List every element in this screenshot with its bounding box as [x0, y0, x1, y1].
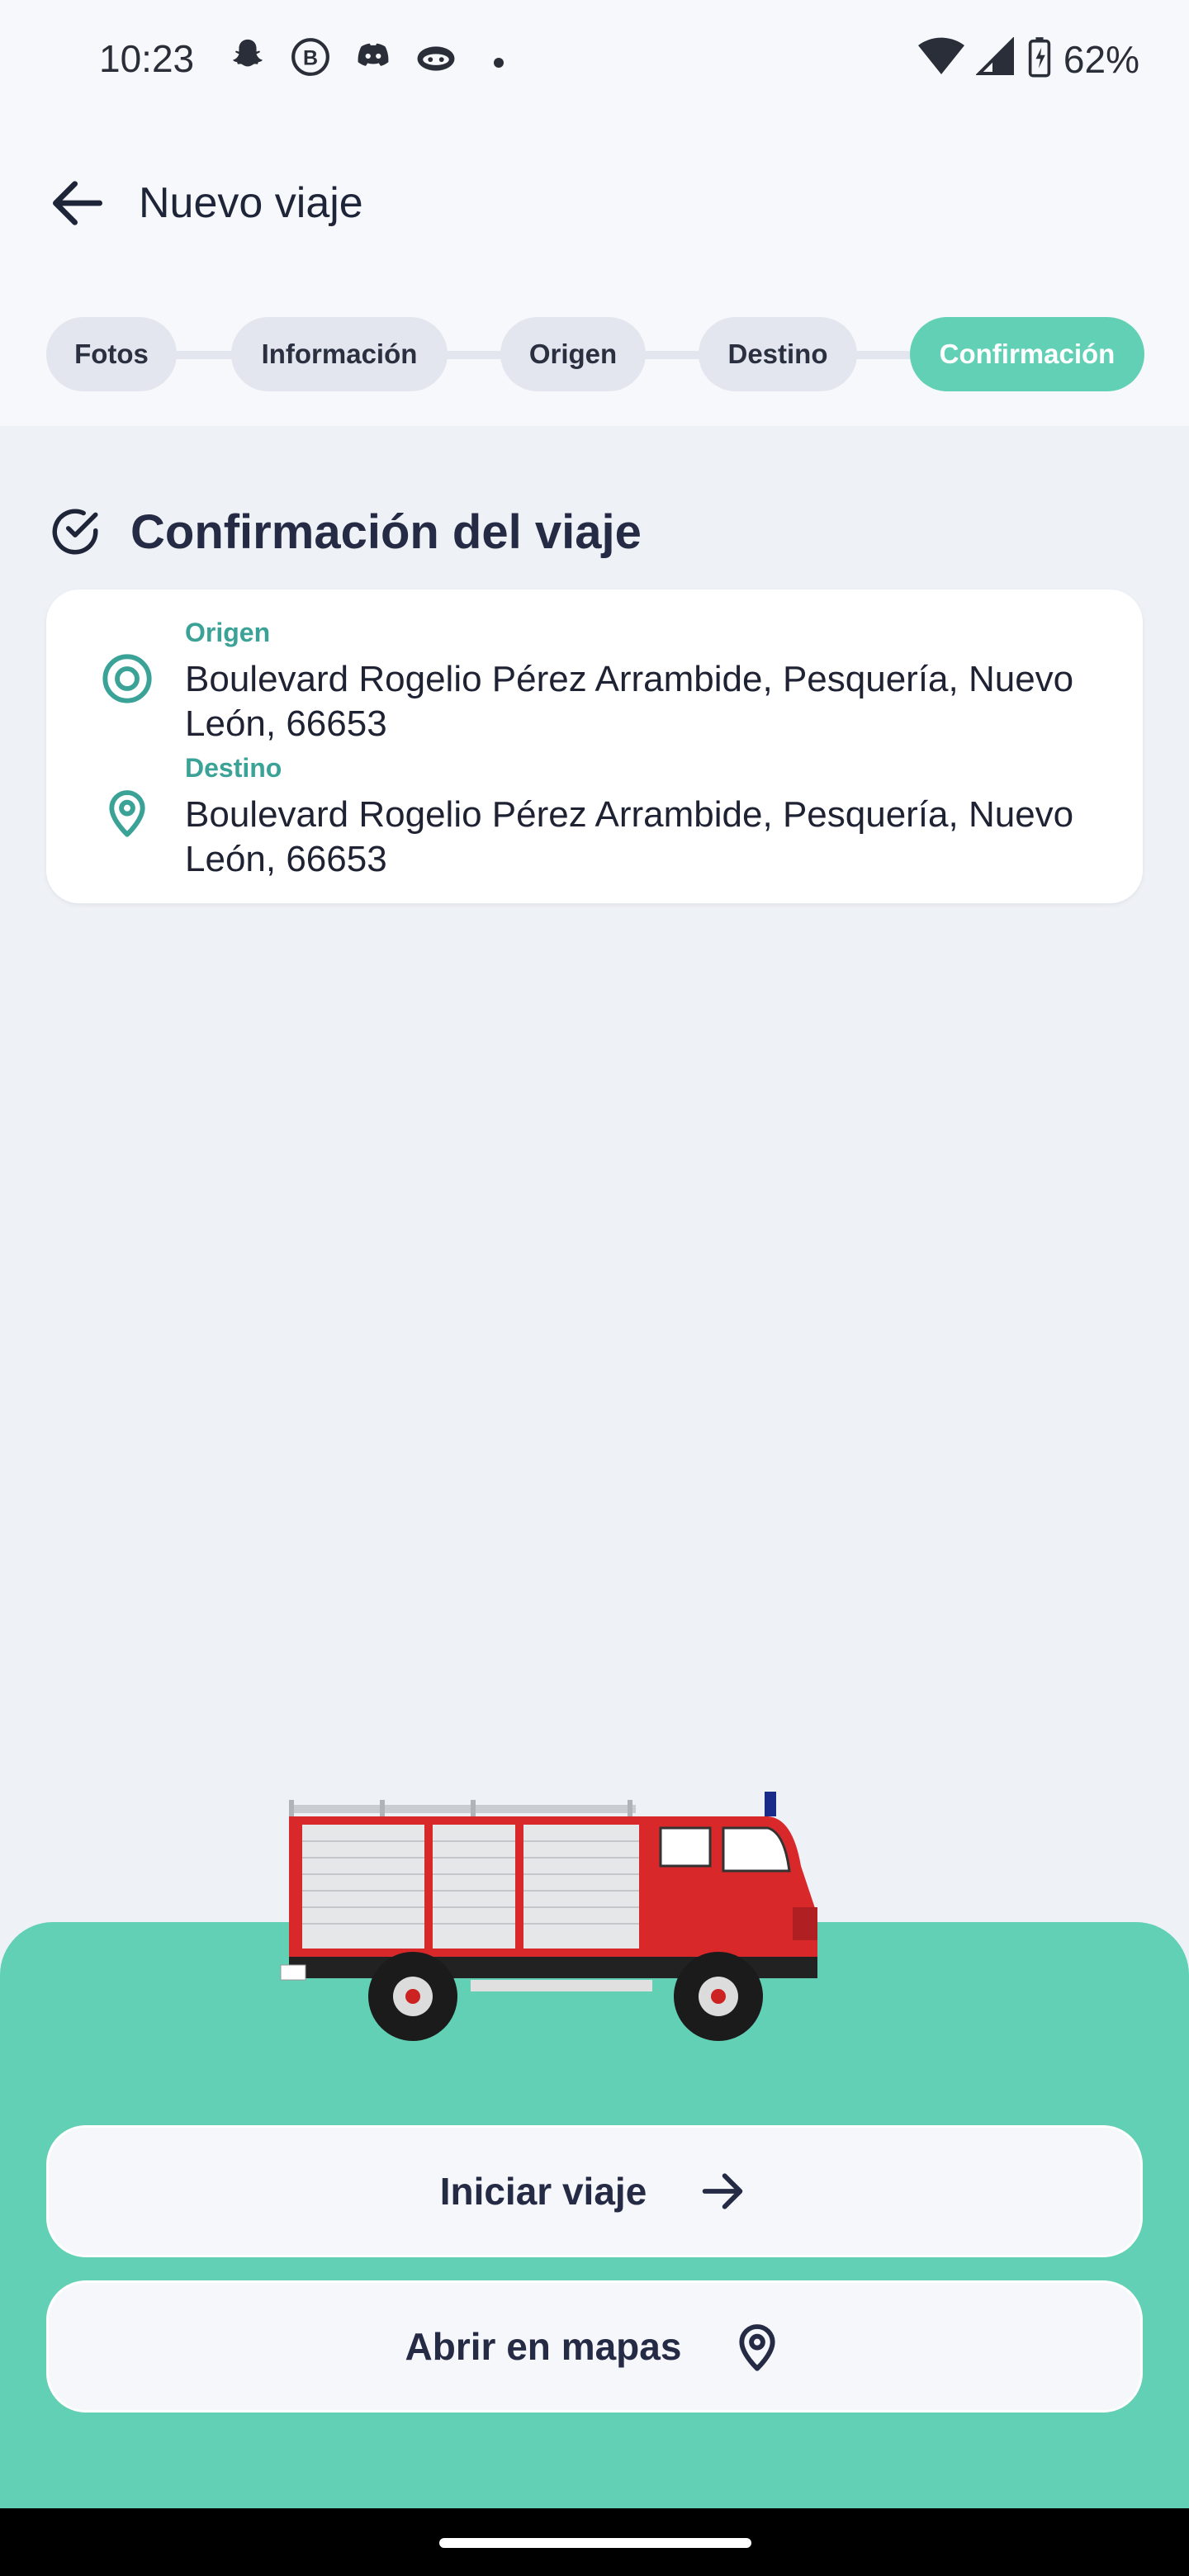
- step-destino[interactable]: Destino: [699, 317, 857, 391]
- destination-address: Boulevard Rogelio Pérez Arrambide, Pesqu…: [185, 794, 1074, 879]
- cat-face-icon: [413, 36, 459, 83]
- fire-truck-illustration: [280, 1792, 817, 2041]
- status-bar: 10:23 B 62%: [0, 0, 1189, 116]
- destination-label: Destino: [185, 753, 282, 783]
- open-maps-button[interactable]: Abrir en mapas: [46, 2280, 1143, 2413]
- open-maps-label: Abrir en mapas: [405, 2325, 682, 2368]
- dot-icon: [476, 36, 522, 83]
- origin-address: Boulevard Rogelio Pérez Arrambide, Pesqu…: [185, 659, 1074, 744]
- arrow-right-icon: [703, 2173, 743, 2209]
- status-time: 10:23: [99, 37, 195, 80]
- battery-charging-icon: [1027, 36, 1052, 82]
- start-trip-label: Iniciar viaje: [439, 2170, 647, 2213]
- route-card: Origen Boulevard Rogelio Pérez Arrambide…: [46, 590, 1143, 903]
- app-header: Nuevo viaje: [0, 157, 1189, 248]
- signal-icon: [975, 36, 1016, 81]
- notification-icons: B: [225, 36, 522, 83]
- section-header: Confirmación del viaje: [48, 499, 642, 565]
- home-indicator[interactable]: [439, 2538, 751, 2548]
- svg-text:B: B: [303, 46, 318, 69]
- system-nav-bar: [0, 2508, 1189, 2576]
- battery-percent: 62%: [1063, 37, 1139, 81]
- snapchat-icon: [225, 36, 271, 83]
- origin-target-icon: [102, 654, 152, 703]
- section-title: Confirmación del viaje: [130, 504, 642, 559]
- start-trip-button[interactable]: Iniciar viaje: [46, 2125, 1143, 2257]
- step-confirmacion[interactable]: Confirmación: [910, 317, 1144, 391]
- origin-label: Origen: [185, 618, 271, 647]
- check-circle-icon: [52, 509, 98, 555]
- discord-icon: [350, 36, 396, 83]
- step-fotos[interactable]: Fotos: [46, 317, 177, 391]
- location-pin-icon: [109, 790, 145, 837]
- b-circle-icon: B: [287, 36, 334, 83]
- location-pin-icon: [739, 2324, 776, 2371]
- step-origen[interactable]: Origen: [500, 317, 646, 391]
- page-title: Nuevo viaje: [139, 179, 363, 227]
- arrow-left-icon: [52, 181, 102, 225]
- wifi-icon: [917, 37, 964, 81]
- back-button[interactable]: [45, 170, 111, 236]
- progress-stepper: Fotos Información Origen Destino Confirm…: [46, 317, 1144, 391]
- system-icons: 62%: [917, 36, 1139, 82]
- step-informacion[interactable]: Información: [231, 317, 448, 391]
